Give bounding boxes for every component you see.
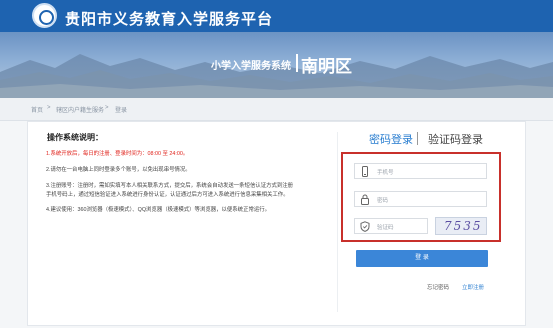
instruction-item: 手机号码上，通过短信验证进入系统进行身份认证，认证通过后方可进入系统进行信息采集… <box>46 192 289 198</box>
school-emblem-icon <box>32 3 57 28</box>
column-divider <box>337 132 338 312</box>
phone-input[interactable]: 手机号 <box>354 163 487 179</box>
banner-separator <box>296 54 298 72</box>
captcha-input[interactable]: 验证码 <box>354 218 428 234</box>
tab-password-login[interactable]: 密码登录 <box>369 131 413 147</box>
instructions-title: 操作系统说明： <box>47 133 103 142</box>
captcha-image[interactable]: 7535 <box>435 217 487 235</box>
phone-placeholder: 手机号 <box>377 170 394 176</box>
login-button[interactable]: 登 录 <box>356 250 488 267</box>
shield-icon <box>360 221 370 232</box>
password-input[interactable]: 密码 <box>354 191 487 207</box>
district-name: 南明区 <box>301 57 352 76</box>
breadcrumb-current: 登录 <box>115 108 128 114</box>
hero-banner: 小学入学服务系统 南明区 <box>0 32 553 98</box>
instruction-item: 2.请勿在一台电脑上同时登录多个账号，以免出现串号情况。 <box>46 167 191 173</box>
captcha-text: 7535 <box>444 219 483 233</box>
instruction-item: 4.建议使用：360浏览器（极速模式）、QQ浏览器（极速模式）等浏览器，以便系统… <box>46 207 271 213</box>
lock-icon <box>360 194 370 205</box>
captcha-placeholder: 验证码 <box>377 225 394 231</box>
breadcrumb: 首页 > 辖区内户籍生服务 > 登录 <box>0 98 553 121</box>
register-link[interactable]: 立即注册 <box>462 283 484 291</box>
site-title: 贵阳市义务教育入学服务平台 <box>65 11 274 28</box>
instruction-item: 1.系统开放后，每日的注册、登录时间为：08:00 至 24:00。 <box>46 151 189 157</box>
breadcrumb-separator: > <box>105 105 109 111</box>
instruction-item: 3.注册账号：注册时，需如实填写本人相关联系方式，提交后，系统会自动发送一条短信… <box>46 183 294 189</box>
top-header-bar: 贵阳市义务教育入学服务平台 <box>0 0 553 32</box>
forgot-password-link[interactable]: 忘记密码 <box>427 283 449 291</box>
tab-separator <box>417 132 418 145</box>
breadcrumb-separator: > <box>47 105 51 111</box>
system-subtitle: 小学入学服务系统 <box>211 61 291 72</box>
breadcrumb-home[interactable]: 首页 <box>31 105 43 114</box>
password-placeholder: 密码 <box>377 198 389 204</box>
tab-code-login[interactable]: 验证码登录 <box>428 131 483 147</box>
breadcrumb-resident-service[interactable]: 辖区内户籍生服务 <box>56 105 104 114</box>
phone-icon <box>360 166 370 177</box>
